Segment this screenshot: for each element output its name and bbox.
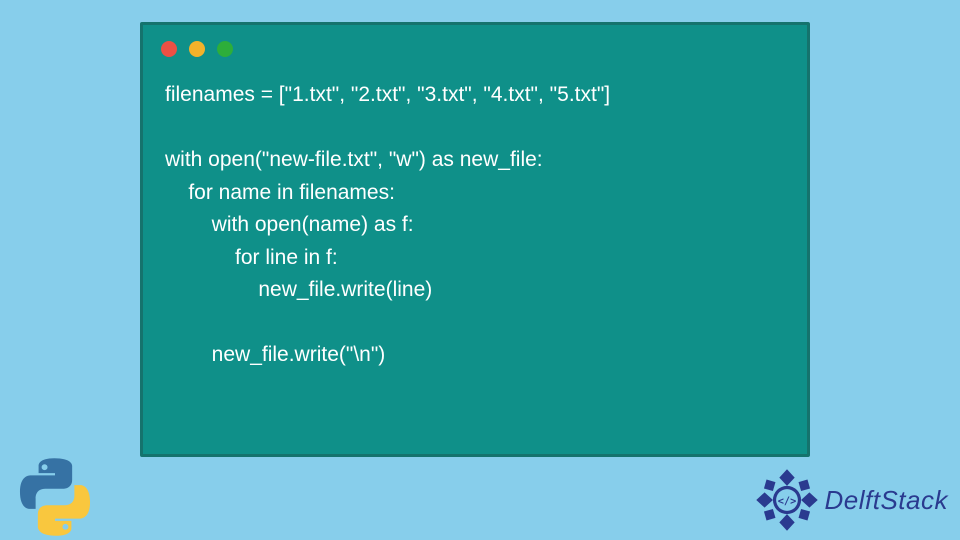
code-window: filenames = ["1.txt", "2.txt", "3.txt", … — [140, 22, 810, 457]
traffic-lights — [143, 25, 807, 65]
maximize-icon — [217, 41, 233, 57]
python-logo-icon — [14, 456, 96, 538]
brand-logo-icon: </> — [755, 468, 819, 532]
minimize-icon — [189, 41, 205, 57]
close-icon — [161, 41, 177, 57]
svg-text:</>: </> — [777, 495, 796, 507]
brand-name: DelftStack — [825, 485, 949, 516]
code-block: filenames = ["1.txt", "2.txt", "3.txt", … — [143, 65, 807, 386]
brand: </> DelftStack — [755, 468, 949, 532]
